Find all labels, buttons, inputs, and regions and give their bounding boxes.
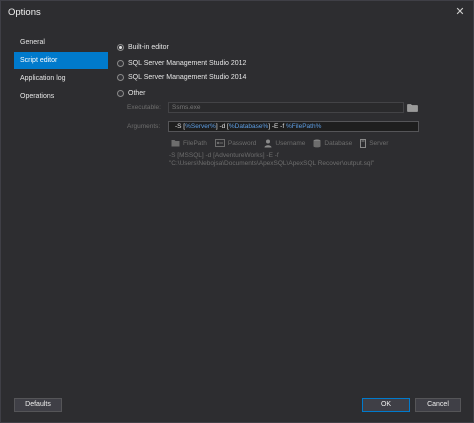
radio-label: SQL Server Management Studio 2012 — [128, 59, 247, 67]
close-icon[interactable]: ✕ — [453, 5, 467, 19]
sidebar-item-script-editor[interactable]: Script editor — [14, 52, 108, 69]
chip-label: FilePath — [183, 139, 207, 147]
radio-button[interactable] — [117, 43, 124, 51]
sidebar-item-general[interactable]: General — [14, 34, 108, 51]
chip-filepath[interactable]: FilePath — [171, 139, 207, 147]
chip-server[interactable]: Server — [360, 138, 389, 148]
radio-other[interactable]: Other — [117, 86, 146, 100]
placeholder-chips: FilePath Password Username Database Serv… — [171, 137, 396, 149]
filepath-token: %FilePath% — [285, 123, 322, 130]
radio-label: Other — [128, 89, 146, 97]
defaults-button[interactable]: Defaults — [14, 398, 62, 412]
radio-label: SQL Server Management Studio 2014 — [128, 73, 247, 81]
chip-password[interactable]: Password — [214, 139, 257, 147]
radio-ssms-2012[interactable]: SQL Server Management Studio 2012 — [117, 56, 246, 70]
key-icon — [214, 139, 225, 147]
dialog-title: Options — [8, 7, 41, 18]
executable-input[interactable]: Ssms.exe — [168, 102, 404, 113]
preview-line: -S [MSSQL] -d [AdventureWorks] -E -f — [169, 152, 279, 159]
chip-label: Server — [369, 139, 389, 147]
chip-database[interactable]: Database — [313, 139, 352, 148]
chip-username[interactable]: Username — [264, 139, 305, 148]
sidebar-item-application-log[interactable]: Application log — [14, 70, 108, 87]
chip-label: Username — [275, 139, 306, 147]
radio-label: Built-in editor — [128, 43, 169, 51]
server-token: %Server% — [185, 123, 216, 130]
arguments-preview: -S [MSSQL] -d [AdventureWorks] -E -f "C:… — [169, 152, 429, 168]
chip-label: Database — [324, 139, 353, 147]
radio-button[interactable] — [117, 73, 124, 81]
cancel-button[interactable]: Cancel — [415, 398, 461, 412]
browse-folder-icon[interactable] — [407, 103, 418, 112]
radio-button[interactable] — [117, 89, 124, 97]
preview-line: "C:\Users\Nebojsa\Documents\ApexSQL\Apex… — [169, 160, 375, 167]
database-icon — [313, 139, 321, 147]
file-icon — [171, 140, 180, 147]
title-bar: Options ✕ — [1, 1, 473, 25]
chip-label: Password — [227, 139, 257, 147]
arguments-input[interactable]: -S [%Server%] -d [%Database%] -E -f %Fil… — [168, 121, 419, 132]
radio-ssms-2014[interactable]: SQL Server Management Studio 2014 — [117, 70, 246, 84]
argument-text: ] -d [ — [215, 123, 229, 130]
options-sidebar: General Script editor Application log Op… — [14, 34, 108, 107]
database-token: %Database% — [228, 123, 269, 130]
argument-text: ] -E -f — [268, 123, 286, 130]
radio-button[interactable] — [117, 59, 124, 67]
server-icon — [360, 138, 367, 148]
arguments-label: Arguments: — [127, 123, 161, 130]
ok-button[interactable]: OK — [362, 398, 410, 412]
radio-built-in-editor[interactable]: Built-in editor — [117, 40, 169, 54]
options-dialog: Options ✕ General Script editor Applicat… — [0, 0, 474, 423]
argument-text: -S [ — [175, 123, 186, 130]
executable-label: Executable: — [127, 104, 161, 111]
user-icon — [264, 139, 272, 147]
sidebar-item-operations[interactable]: Operations — [14, 88, 108, 105]
